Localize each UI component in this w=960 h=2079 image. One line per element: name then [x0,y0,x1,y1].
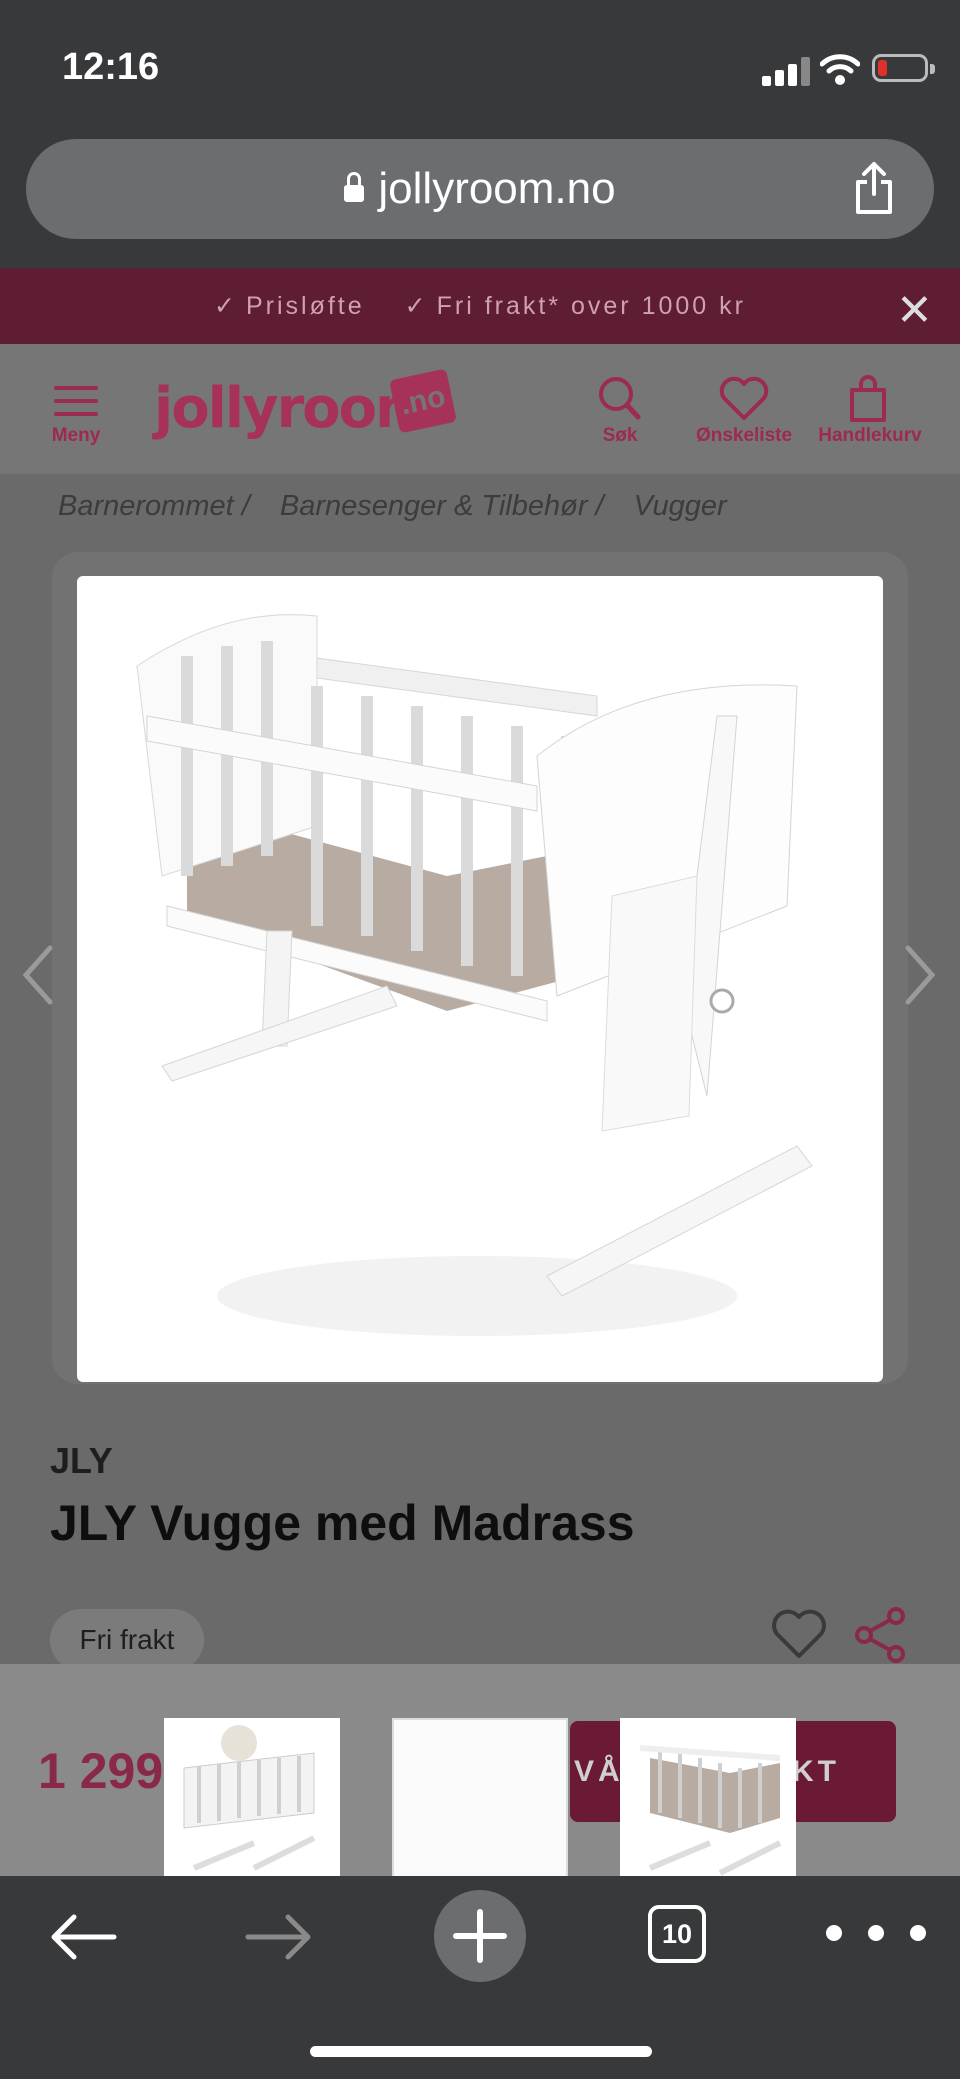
breadcrumb: Barnerommet / Barnesenger & Tilbehør / V… [58,490,749,523]
product-brand[interactable]: JLY [50,1440,113,1482]
breadcrumb-item[interactable]: Barnerommet / [58,490,250,522]
heart-icon[interactable] [716,374,772,424]
checkmark-icon: ✓ [404,292,429,320]
checkmark-icon: ✓ [214,292,238,320]
tabs-button[interactable]: 10 [648,1905,706,1963]
shipping-badge: Fri frakt [50,1609,204,1671]
cart-label: Handlekurv [818,425,922,446]
product-image[interactable] [77,576,883,1382]
wishlist-heart-icon[interactable] [770,1608,828,1660]
wishlist-label: Ønskeliste [695,425,793,446]
chevron-right-icon[interactable] [900,940,940,1010]
forward-arrow-icon[interactable] [244,1912,314,1962]
battery-icon [872,54,935,82]
close-icon[interactable]: ✕ [896,289,933,333]
menu-button[interactable] [54,386,98,425]
thumbnail-image[interactable] [620,1718,796,1878]
breadcrumb-item[interactable]: Barnesenger & Tilbehør / [280,490,604,522]
promo-items: ✓ Prisløfte ✓ Fri frakt* over 1000 kr [0,268,960,344]
thumbnail-image[interactable] [164,1718,340,1878]
url-text: jollyroom.no [378,164,616,213]
menu-label: Meny [51,425,101,446]
search-label: Søk [602,425,638,446]
cart-icon[interactable] [840,374,896,424]
chevron-left-icon[interactable] [18,940,58,1010]
promo-item: ✓ Fri frakt* over 1000 kr [404,292,746,320]
wifi-icon [820,54,860,85]
site-header [0,344,960,474]
lock-icon [344,171,365,202]
product-title: JLY Vugge med Madrass [50,1495,635,1551]
search-icon[interactable] [592,374,648,424]
more-icon[interactable] [826,1925,926,1945]
share-product-icon[interactable] [852,1606,910,1664]
url-field[interactable]: jollyroom.no [0,139,960,239]
breadcrumb-item[interactable]: Vugger [634,490,727,522]
share-icon[interactable] [852,160,896,216]
back-arrow-icon[interactable] [48,1912,118,1962]
home-indicator [310,2046,652,2057]
plus-icon [453,1909,507,1963]
product-price: 1 299 [38,1743,164,1799]
thumbnail-image[interactable] [392,1718,568,1878]
signal-icon [762,56,810,86]
status-time: 12:16 [62,46,160,88]
promo-item: ✓ Prisløfte [214,292,365,320]
